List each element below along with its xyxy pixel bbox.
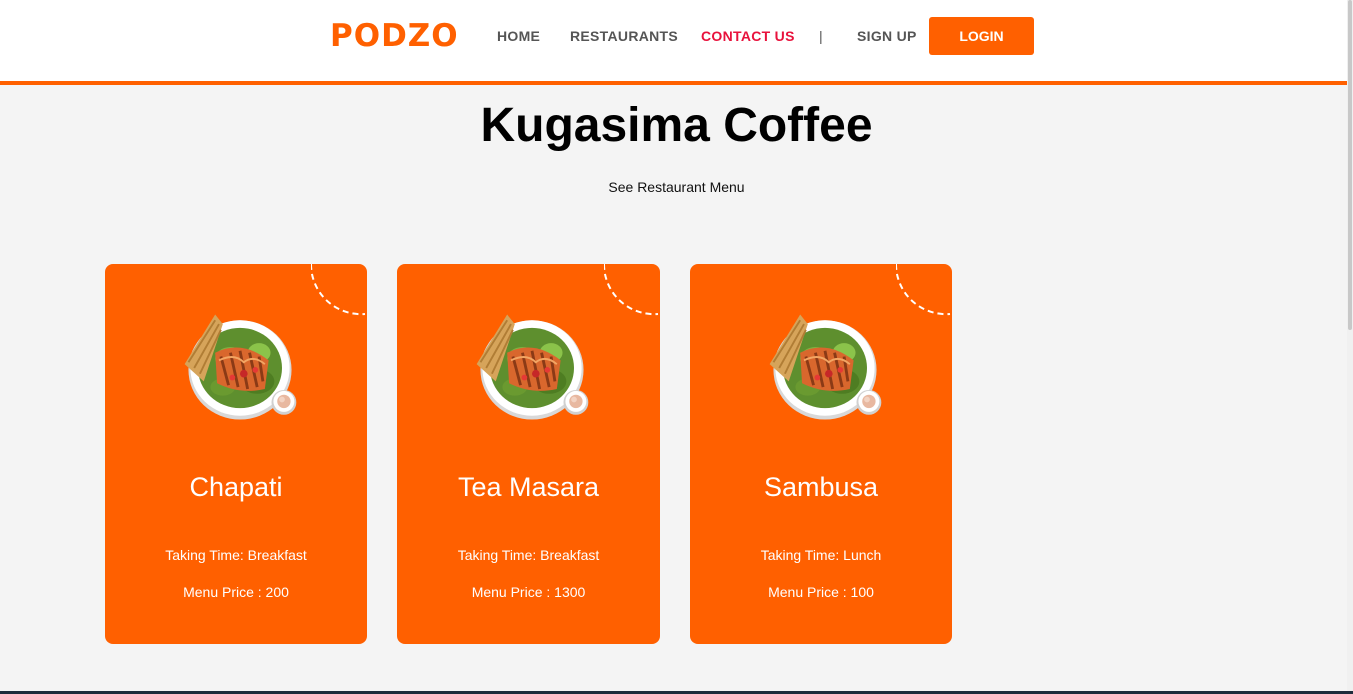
nav-home[interactable]: HOME xyxy=(497,28,540,44)
menu-item-price: Menu Price : 1300 xyxy=(471,584,586,600)
salad-plate-icon xyxy=(768,313,883,421)
dashed-corner-decoration xyxy=(604,264,659,316)
menu-card[interactable]: Tea Masara Taking Time: Breakfast Menu P… xyxy=(397,264,660,644)
menu-item-name: Chapati xyxy=(189,472,283,502)
menu-item-name: Tea Masara xyxy=(457,472,600,502)
page-title: Kugasima Coffee xyxy=(480,99,873,152)
menu-item-time: Taking Time: Lunch xyxy=(760,547,882,563)
nav-contact-us[interactable]: CONTACT US xyxy=(701,28,795,44)
scrollbar[interactable] xyxy=(1347,0,1353,694)
menu-item-price: Menu Price : 100 xyxy=(768,584,874,600)
brand-logo[interactable]: PODZO xyxy=(330,18,459,54)
nav-separator: | xyxy=(819,28,823,44)
menu-item-time: Taking Time: Breakfast xyxy=(457,547,600,563)
see-menu-link[interactable]: See Restaurant Menu xyxy=(0,179,1353,195)
nav-restaurants[interactable]: RESTAURANTS xyxy=(570,28,678,44)
salad-plate-icon xyxy=(475,313,590,421)
dashed-corner-decoration xyxy=(311,264,366,316)
menu-item-price: Menu Price : 200 xyxy=(183,584,289,600)
menu-item-name: Sambusa xyxy=(763,472,879,502)
menu-item-time: Taking Time: Breakfast xyxy=(165,547,307,563)
salad-plate-icon xyxy=(183,313,298,421)
menu-card[interactable]: Sambusa Taking Time: Lunch Menu Price : … xyxy=(690,264,952,644)
menu-card[interactable]: Chapati Taking Time: Breakfast Menu Pric… xyxy=(105,264,367,644)
scrollbar-thumb[interactable] xyxy=(1348,0,1352,330)
dashed-corner-decoration xyxy=(896,264,951,316)
nav-sign-up[interactable]: SIGN UP xyxy=(857,28,917,44)
navbar: PODZO HOME RESTAURANTS CONTACT US | SIGN… xyxy=(0,0,1353,85)
login-button[interactable]: LOGIN xyxy=(929,17,1034,55)
